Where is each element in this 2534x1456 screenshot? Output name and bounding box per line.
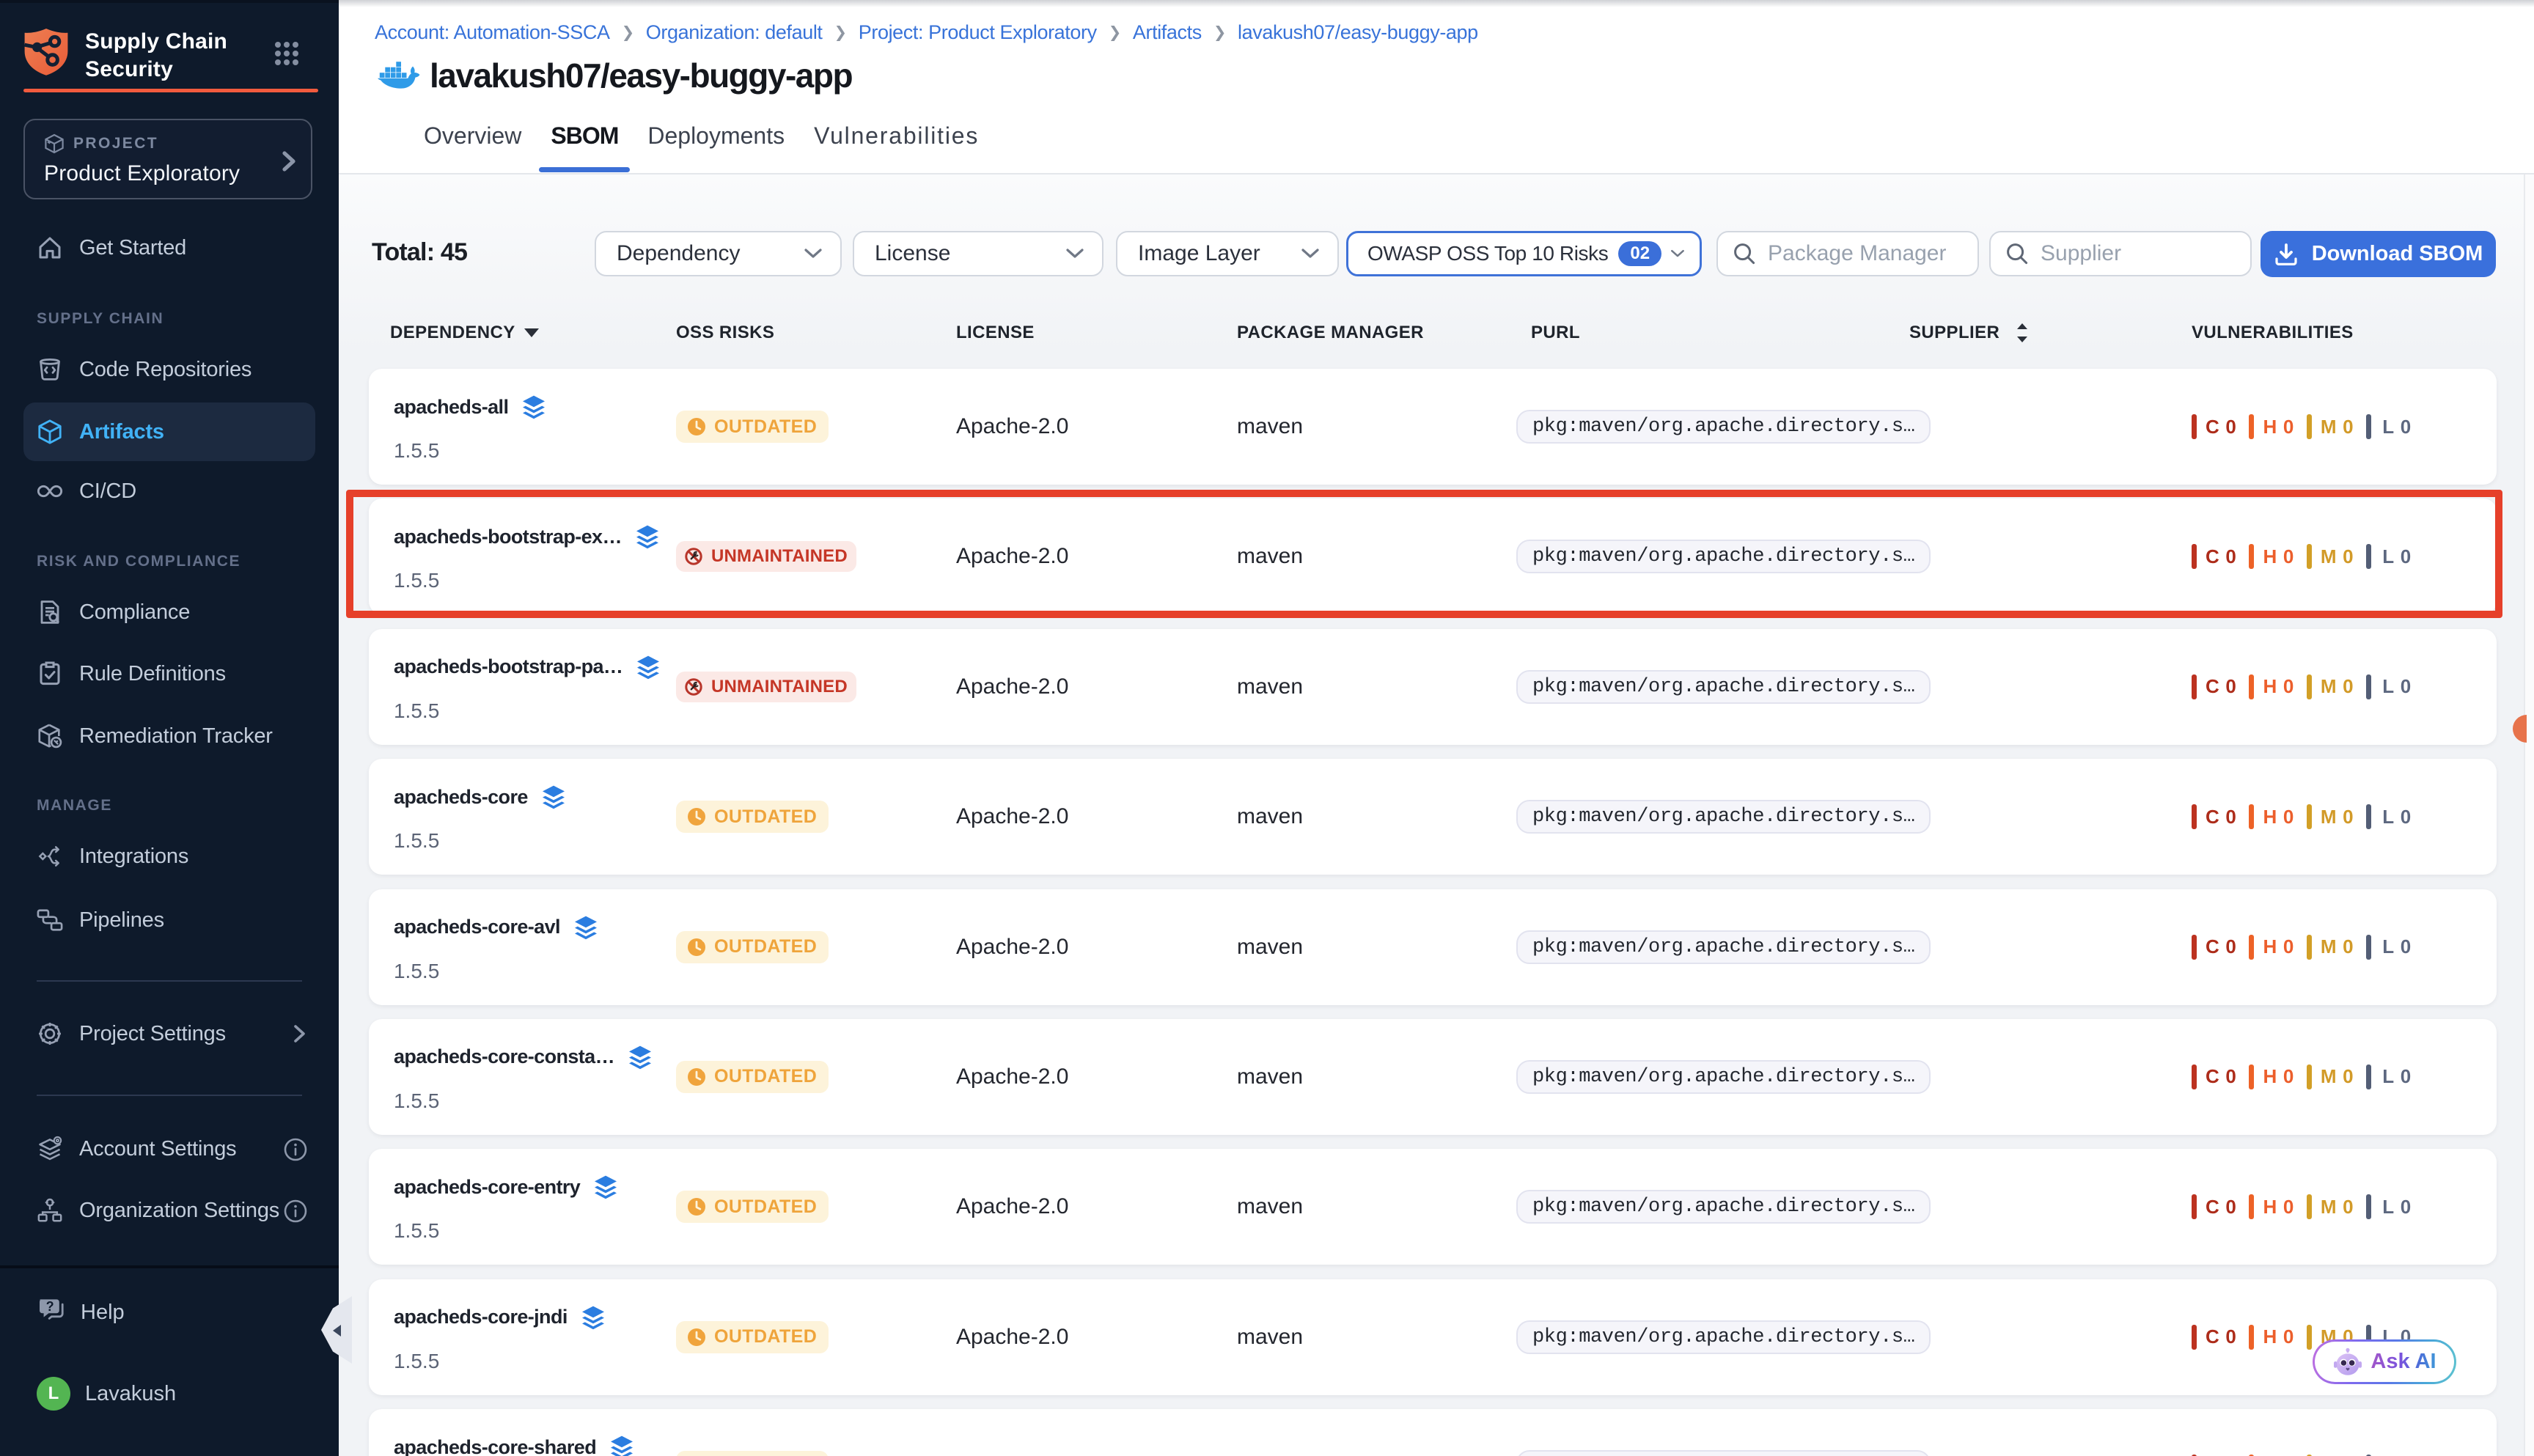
svg-text:?: ?: [46, 1299, 54, 1314]
